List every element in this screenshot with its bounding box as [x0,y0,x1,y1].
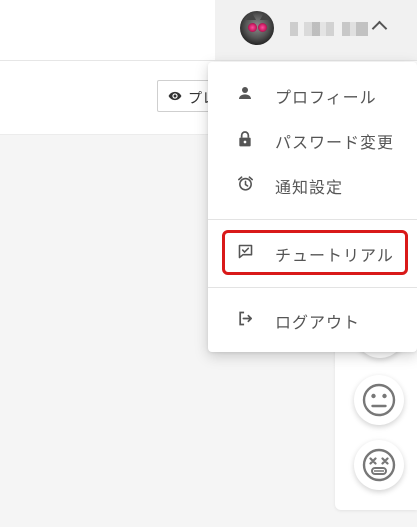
avatar-eye [248,23,257,32]
alarm-clock-icon [237,175,254,196]
user-name-blurred [290,22,368,36]
menu-divider [208,219,417,220]
avatar-ear [260,11,270,20]
app-page: プレ プロフィール パスワード変更 通知設定 チュートリアル ログアウト [0,0,417,527]
menu-item-label: プロフィール [275,88,377,107]
lock-icon [237,130,253,152]
menu-item-label: ログアウト [275,313,361,332]
menu-item-logout[interactable]: ログアウト [208,299,417,339]
user-avatar[interactable] [240,11,274,45]
logout-icon [237,310,254,331]
user-dropdown-menu: プロフィール パスワード変更 通知設定 チュートリアル ログアウト [208,62,417,352]
person-icon [237,85,253,105]
avatar-ear [246,11,256,20]
menu-item-change-password[interactable]: パスワード変更 [208,119,417,159]
menu-item-notification-settings[interactable]: 通知設定 [208,164,417,204]
neutral-face-button[interactable] [354,375,404,425]
menu-item-label: パスワード変更 [275,133,395,152]
menu-item-label: 通知設定 [275,178,344,197]
neutral-face-icon [362,383,396,417]
tutorial-highlight-box [222,230,408,275]
eye-icon [168,89,182,107]
dizzy-face-icon [362,448,396,482]
menu-divider [208,287,417,288]
menu-item-profile[interactable]: プロフィール [208,74,417,114]
dizzy-face-button[interactable] [354,440,404,490]
avatar-eye [258,23,267,32]
